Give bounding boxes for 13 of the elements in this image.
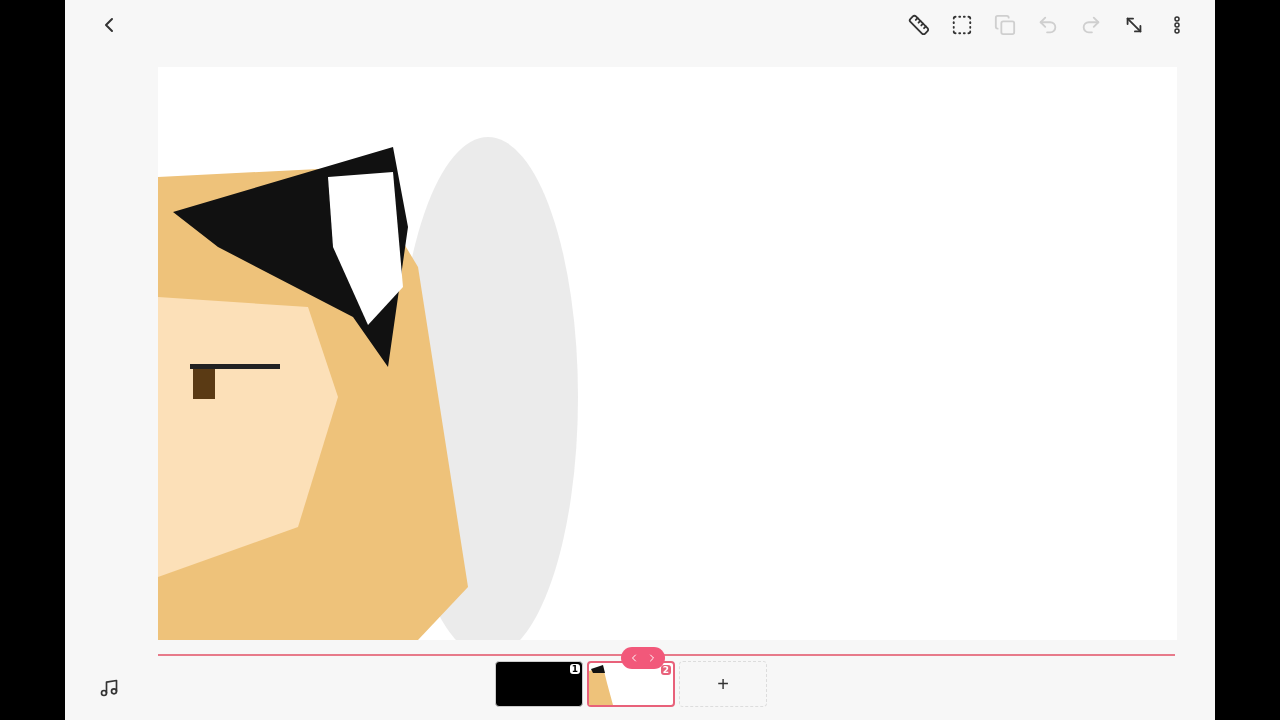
frame-thumbnail[interactable]: 1 bbox=[495, 661, 583, 707]
redo-icon bbox=[1080, 14, 1102, 36]
select-icon bbox=[951, 14, 973, 36]
ruler-icon bbox=[908, 14, 930, 36]
drawing-canvas[interactable] bbox=[158, 67, 1177, 640]
music-icon bbox=[99, 678, 119, 698]
frame-number: 1 bbox=[569, 664, 580, 674]
copy-icon bbox=[994, 14, 1016, 36]
more-icon bbox=[1174, 16, 1180, 34]
undo-icon bbox=[1037, 14, 1059, 36]
frame-number: 2 bbox=[660, 665, 671, 675]
add-frame-button[interactable]: + bbox=[679, 661, 767, 707]
frame-handle[interactable] bbox=[621, 647, 665, 669]
